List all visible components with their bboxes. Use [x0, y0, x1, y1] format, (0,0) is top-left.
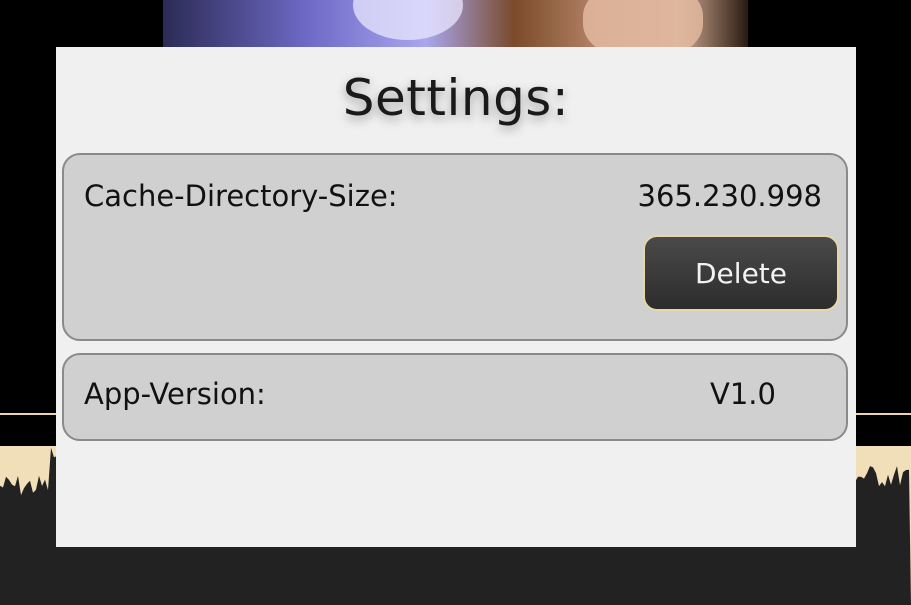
cache-directory-size-value: 365.230.998: [637, 179, 823, 213]
settings-panel: Settings: Cache-Directory-Size: 365.230.…: [56, 47, 856, 547]
cache-directory-card: Cache-Directory-Size: 365.230.998 Delete: [62, 153, 848, 341]
video-highlight-shape: [353, 0, 463, 40]
page-title: Settings:: [342, 69, 570, 127]
app-version-card: App-Version: V1.0: [62, 353, 848, 441]
cache-directory-size-label: Cache-Directory-Size:: [84, 179, 398, 213]
app-stage: Settings: Cache-Directory-Size: 365.230.…: [0, 0, 911, 605]
video-hand-shape: [583, 0, 703, 47]
video-preview: [163, 0, 748, 47]
app-version-value: V1.0: [710, 377, 776, 411]
delete-cache-button[interactable]: Delete: [643, 235, 839, 311]
app-version-label: App-Version:: [84, 377, 266, 411]
